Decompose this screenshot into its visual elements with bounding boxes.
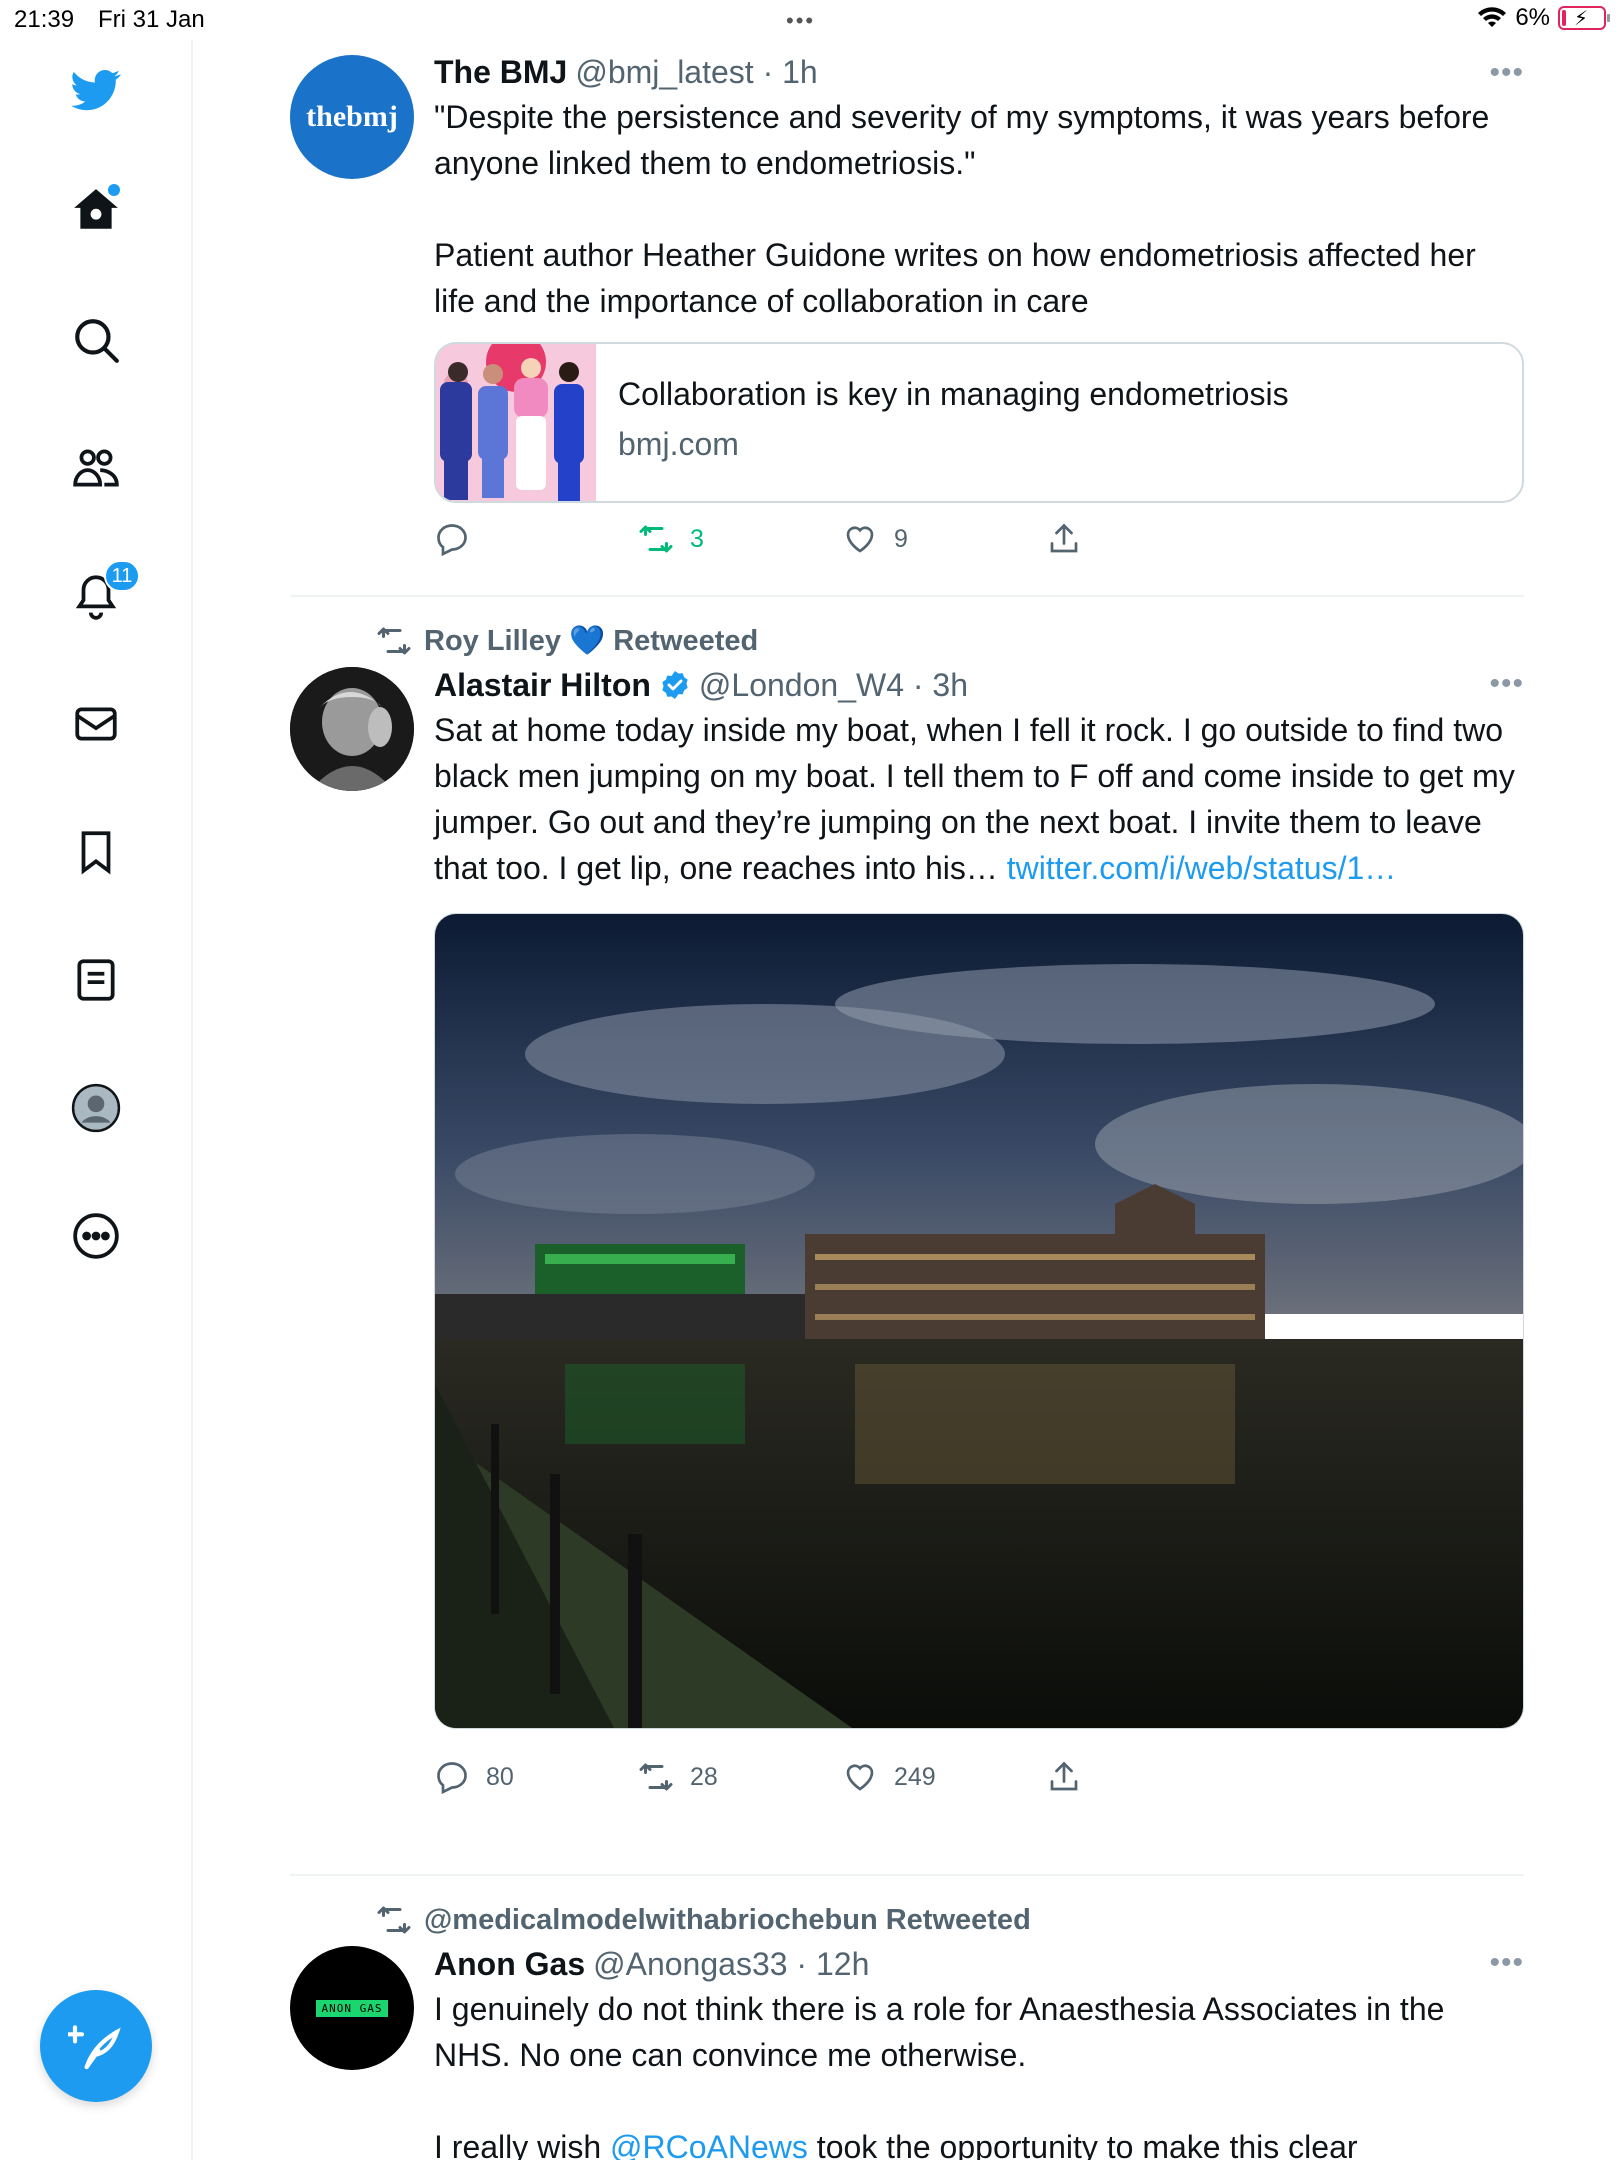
bell-icon[interactable]: 11 — [66, 560, 140, 626]
reply-button[interactable]: 80 — [434, 1759, 638, 1795]
card-title: Collaboration is key in managing endomet… — [618, 376, 1289, 412]
home-icon[interactable] — [66, 180, 126, 240]
battery-icon: ⚡ — [1558, 6, 1610, 30]
bookmark-icon[interactable] — [66, 822, 126, 882]
reply-icon — [437, 1762, 467, 1795]
tweet-body: I really wish — [434, 2129, 611, 2160]
like-button[interactable]: 9 — [842, 521, 1046, 557]
retweeted-by-text: @medicalmodelwithabriochebun Retweeted — [424, 1903, 1031, 1936]
retweeted-by-line[interactable]: @medicalmodelwithabriochebun Retweeted — [376, 1898, 1524, 1942]
reply-button[interactable] — [434, 521, 638, 557]
more-options-icon[interactable]: ••• — [1489, 1946, 1524, 1980]
retweet-button[interactable]: 3 — [638, 521, 842, 557]
tweet-text: I really wish @RCoANews took the opportu… — [434, 2124, 1524, 2160]
status-time: 21:39 — [14, 6, 75, 33]
heart-icon — [846, 526, 874, 553]
verified-badge-icon — [662, 671, 688, 699]
compose-feather-icon — [68, 2025, 121, 2070]
tweet-photo[interactable] — [434, 913, 1524, 1729]
battery-percent: 6% — [1515, 4, 1550, 31]
compose-tweet-button[interactable] — [40, 1990, 152, 2102]
card-domain: bmj.com — [618, 426, 739, 462]
tweet[interactable]: @medicalmodelwithabriochebun Retweeted A… — [290, 1876, 1524, 2160]
share-button[interactable] — [1046, 1759, 1250, 1795]
like-count: 249 — [894, 1762, 936, 1791]
avatar-logo-text: thebmj — [306, 100, 398, 133]
tweet-text: I genuinely do not think there is a role… — [434, 1991, 1445, 2073]
timeline: thebmj ••• The BMJ @bmj_latest · 1h "Des… — [290, 40, 1524, 2160]
author-name[interactable]: The BMJ — [434, 50, 567, 94]
status-bar: 21:39 Fri 31 Jan ••• 6% ⚡ — [0, 0, 1620, 40]
tweet[interactable]: Roy Lilley 💙 Retweeted ••• Alastair Hilt… — [290, 597, 1524, 1874]
people-icon[interactable] — [66, 438, 126, 498]
share-icon — [1050, 523, 1078, 553]
tweet-text: Sat at home today inside my boat, when I… — [434, 707, 1524, 891]
share-icon — [1050, 1761, 1078, 1791]
reply-count: 80 — [486, 1762, 514, 1791]
retweet-icon — [377, 1906, 411, 1934]
multitasking-dots[interactable]: ••• — [786, 8, 815, 34]
list-icon[interactable] — [66, 950, 126, 1010]
more-circle-icon[interactable] — [66, 1206, 126, 1266]
author-handle-time[interactable]: @Anongas33 · 12h — [593, 1942, 869, 1986]
mail-icon[interactable] — [66, 694, 126, 754]
author-handle-time[interactable]: @bmj_latest · 1h — [575, 50, 817, 94]
card-image — [436, 344, 596, 501]
link-card[interactable]: Collaboration is key in managing endomet… — [434, 342, 1524, 503]
tweet-body: took the opportunity to make this clear — [807, 2129, 1358, 2160]
reply-icon — [437, 524, 467, 557]
share-button[interactable] — [1046, 521, 1250, 557]
tweet-text: "Despite the persistence and severity of… — [434, 99, 1490, 181]
retweet-icon — [639, 1763, 673, 1791]
author-name[interactable]: Anon Gas — [434, 1942, 585, 1986]
retweeted-by-text: Roy Lilley 💙 Retweeted — [424, 625, 759, 657]
tweet-text: Patient author Heather Guidone writes on… — [434, 237, 1476, 319]
avatar-logo-text: ANON GAS — [315, 1999, 389, 2017]
profile-icon[interactable] — [66, 1078, 126, 1138]
like-button[interactable]: 249 — [842, 1759, 1046, 1795]
retweet-icon — [377, 627, 411, 655]
home-unread-dot — [108, 184, 120, 196]
avatar[interactable]: ANON GAS — [290, 1946, 414, 2070]
author-handle-time[interactable]: @London_W4 · 3h — [699, 663, 968, 707]
status-right: 6% ⚡ — [1477, 4, 1610, 32]
sidebar: 11 — [0, 40, 193, 2160]
more-options-icon[interactable]: ••• — [1489, 56, 1524, 90]
retweet-button[interactable]: 28 — [638, 1759, 842, 1795]
tweet-link[interactable]: twitter.com/i/web/status/1… — [1007, 850, 1396, 886]
heart-icon — [846, 1764, 874, 1791]
mention-link[interactable]: @RCoANews — [610, 2129, 808, 2160]
status-date: Fri 31 Jan — [98, 6, 205, 33]
like-count: 9 — [894, 524, 908, 553]
avatar[interactable] — [290, 667, 414, 791]
avatar[interactable]: thebmj — [290, 55, 414, 179]
retweet-count: 3 — [690, 524, 704, 553]
retweet-icon — [639, 525, 673, 553]
search-icon[interactable] — [66, 310, 126, 370]
notifications-badge: 11 — [104, 560, 140, 592]
retweeted-by-line[interactable]: Roy Lilley 💙 Retweeted — [376, 619, 1524, 663]
tweet-actions: 80 28 249 — [434, 1755, 1524, 1799]
more-options-icon[interactable]: ••• — [1489, 667, 1524, 701]
retweet-count: 28 — [690, 1762, 718, 1791]
tweet[interactable]: thebmj ••• The BMJ @bmj_latest · 1h "Des… — [290, 40, 1524, 595]
tweet-actions: 3 9 — [434, 517, 1524, 561]
author-name[interactable]: Alastair Hilton — [434, 663, 651, 707]
wifi-icon — [1478, 7, 1507, 27]
twitter-bird-icon[interactable] — [66, 60, 126, 120]
